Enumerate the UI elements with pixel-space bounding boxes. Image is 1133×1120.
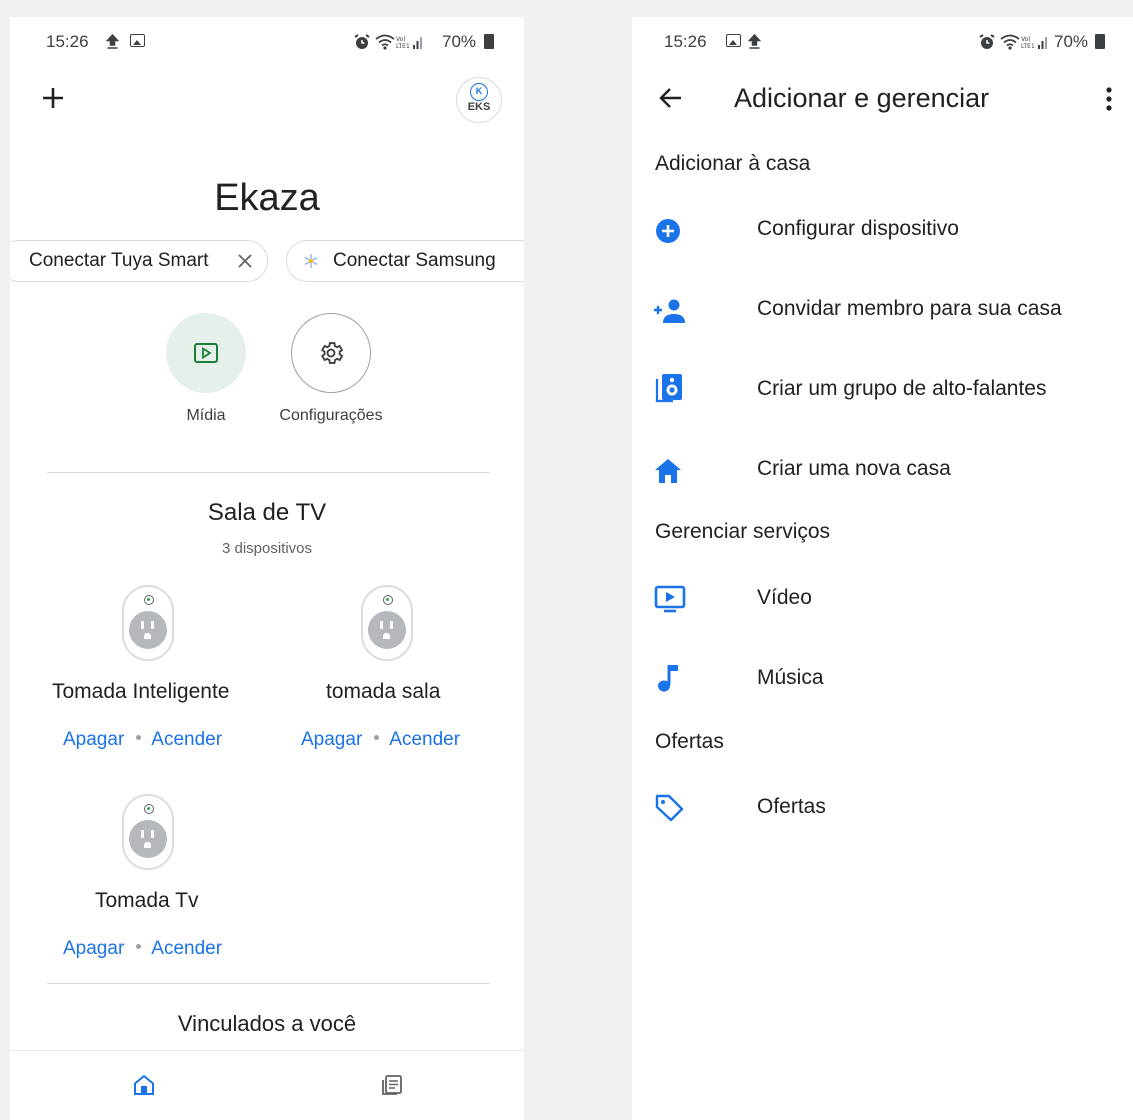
turn-on-button[interactable]: Acender [151, 729, 222, 750]
feed-icon[interactable] [380, 1073, 404, 1097]
menu-item-offers[interactable]: Ofertas [757, 795, 826, 819]
media-label: Mídia [186, 407, 226, 424]
upload-icon [747, 33, 762, 55]
chip-connect-samsung[interactable]: Conectar Samsung [286, 240, 524, 282]
snowflake-icon [304, 254, 318, 268]
menu-item-speaker-group[interactable]: Criar um grupo de alto-falantes [757, 377, 1046, 401]
wifi-icon [1000, 34, 1020, 55]
image-icon [130, 34, 145, 47]
upload-icon [105, 33, 120, 55]
divider [47, 472, 490, 473]
settings-button[interactable] [291, 313, 371, 393]
avatar-logo: K [470, 83, 488, 101]
svg-text:Vo): Vo) [1021, 36, 1031, 43]
section-manage-services: Gerenciar serviços [655, 520, 831, 543]
menu-item-new-home[interactable]: Criar uma nova casa [757, 457, 951, 481]
room-subtitle: 3 dispositivos [221, 540, 313, 557]
linked-title: Vinculados a você [177, 1011, 357, 1036]
chip-label: Conectar Samsung [333, 250, 496, 271]
signal-icon: Vo) LTE1 [1021, 34, 1049, 55]
plus-icon [43, 88, 63, 108]
section-offers: Ofertas [655, 730, 724, 753]
device-name[interactable]: Tomada Inteligente [52, 680, 229, 704]
status-bar: 15:26 Vo) LTE1 70% [632, 32, 1133, 56]
divider [47, 983, 490, 984]
page-title: Adicionar e gerenciar [734, 83, 990, 113]
signal-icon: Vo) LTE1 [396, 34, 424, 55]
turn-on-button[interactable]: Acender [389, 729, 460, 750]
device-actions: Apagar Acender [63, 938, 222, 960]
home-screen: 15:26 Vo) LTE1 70% K EKS Ekaza Conectar T… [10, 17, 524, 1120]
menu-item-invite-member[interactable]: Convidar membro para sua casa [757, 297, 1062, 321]
back-button[interactable] [656, 83, 686, 113]
add-button[interactable] [36, 81, 70, 115]
menu-item-setup-device[interactable]: Configurar dispositivo [757, 217, 959, 241]
video-icon [654, 584, 688, 614]
turn-on-button[interactable]: Acender [151, 938, 222, 959]
device-actions: Apagar Acender [301, 729, 460, 751]
alarm-icon [353, 34, 371, 55]
smart-plug-icon[interactable] [122, 794, 174, 870]
settings-label: Configurações [279, 407, 383, 424]
battery-percent: 70% [1054, 32, 1089, 51]
turn-off-button[interactable]: Apagar [301, 729, 362, 750]
svg-text:LTE1: LTE1 [396, 43, 410, 50]
add-manage-screen: 15:26 Vo) LTE1 70% Adicionar e gerenciar … [632, 17, 1133, 1120]
gear-icon [321, 342, 344, 364]
device-actions: Apagar Acender [63, 729, 222, 751]
svg-text:LTE1: LTE1 [1021, 43, 1035, 50]
battery-icon [484, 34, 494, 49]
alarm-icon [978, 34, 996, 55]
device-name[interactable]: Tomada Tv [95, 889, 199, 913]
room-title: Sala de TV [207, 499, 327, 526]
media-play-icon [194, 343, 218, 363]
turn-off-button[interactable]: Apagar [63, 938, 124, 959]
svg-text:Vo): Vo) [396, 36, 406, 43]
more-vert-icon [1106, 87, 1112, 111]
tag-icon [654, 793, 688, 823]
chip-connect-tuya[interactable]: Conectar Tuya Smart [10, 240, 268, 282]
chip-label: Conectar Tuya Smart [29, 250, 209, 271]
bottom-navigation [10, 1050, 524, 1120]
battery-icon [1095, 34, 1105, 49]
menu-item-music[interactable]: Música [757, 666, 824, 690]
home-icon [654, 456, 688, 486]
smart-plug-icon[interactable] [122, 585, 174, 661]
home-title: Ekaza [214, 177, 320, 219]
status-time: 15:26 [46, 32, 89, 51]
speaker-group-icon [654, 373, 688, 403]
status-bar: 15:26 Vo) LTE1 70% [10, 32, 524, 56]
avatar[interactable]: K EKS [456, 77, 502, 123]
home-icon[interactable] [132, 1073, 156, 1097]
battery-percent: 70% [442, 32, 477, 51]
status-time: 15:26 [664, 32, 707, 51]
close-icon[interactable] [237, 253, 253, 269]
person-add-icon [654, 296, 688, 326]
section-add-to-home: Adicionar à casa [655, 152, 811, 175]
menu-item-video[interactable]: Vídeo [757, 586, 812, 610]
media-button[interactable] [166, 313, 246, 393]
device-name[interactable]: tomada sala [326, 680, 440, 704]
smart-plug-icon[interactable] [361, 585, 413, 661]
avatar-text: EKS [467, 101, 491, 113]
add-circle-icon [654, 216, 688, 246]
more-options-button[interactable] [1100, 83, 1118, 115]
turn-off-button[interactable]: Apagar [63, 729, 124, 750]
music-note-icon [654, 663, 688, 693]
image-icon [726, 34, 741, 47]
back-arrow-icon [659, 88, 681, 108]
wifi-icon [375, 34, 395, 55]
